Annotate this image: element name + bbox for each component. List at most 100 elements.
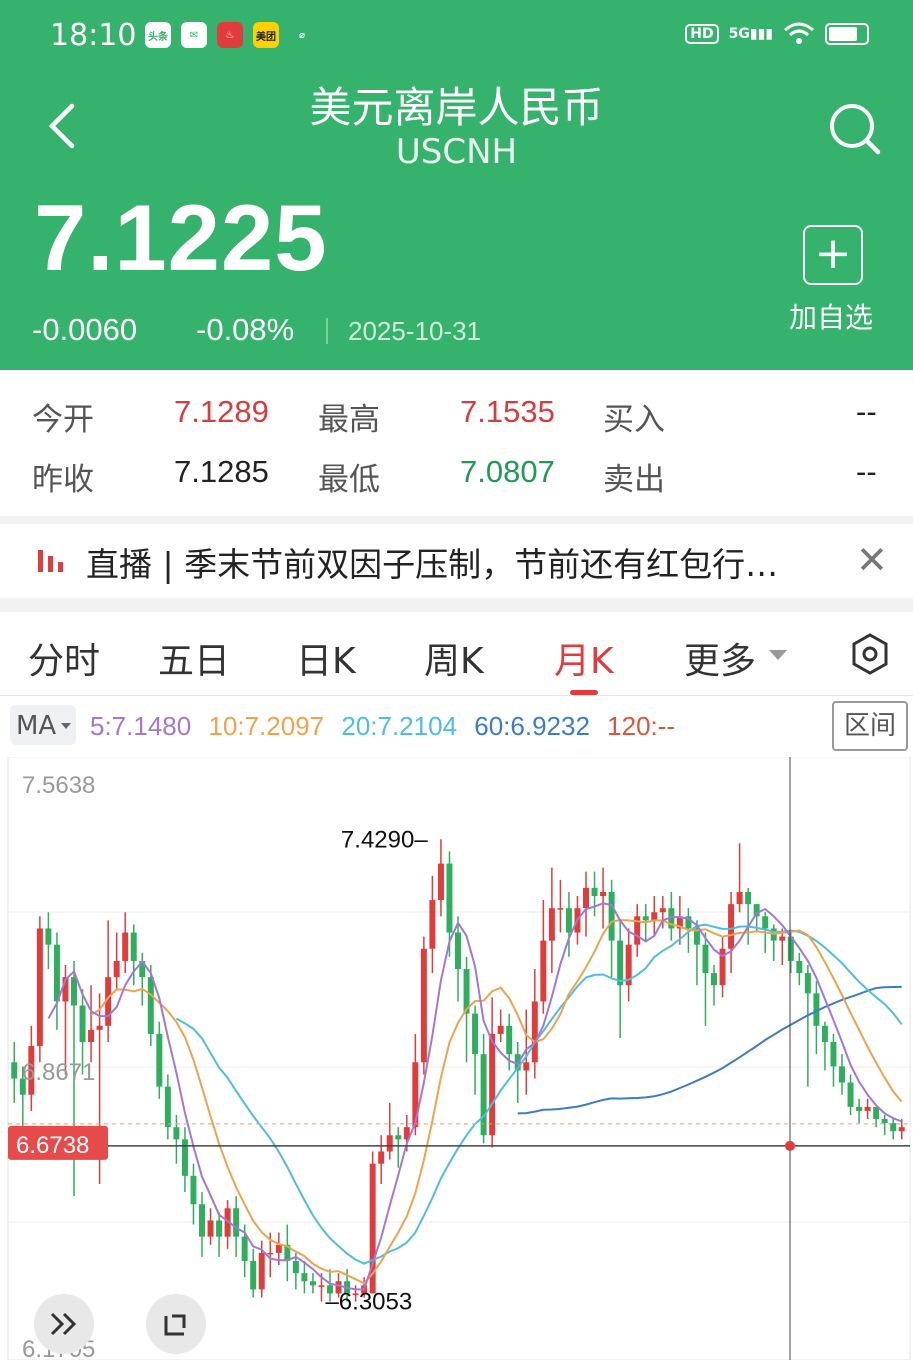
add-watchlist-label[interactable]: 加自选 bbox=[789, 296, 873, 336]
news-ticker[interactable]: 直播 | 季末节前双因子压制，节前还有红包行… ✕ bbox=[0, 524, 913, 598]
active-tab-indicator bbox=[570, 690, 598, 695]
candle-body bbox=[583, 887, 589, 909]
candle-body bbox=[711, 973, 717, 986]
wifi-icon bbox=[784, 22, 814, 44]
divider bbox=[0, 598, 913, 612]
candlestick-chart[interactable]: 6.67387.56386.86716.17057.4290––6.3053 bbox=[0, 757, 913, 1360]
candle-body bbox=[480, 1054, 487, 1136]
toutiao-app-icon: 头条 bbox=[145, 22, 171, 48]
candle-body bbox=[745, 891, 752, 905]
min-price-label: –6.3053 bbox=[325, 1289, 412, 1316]
red-app-icon: ♨ bbox=[217, 22, 243, 48]
candle-body bbox=[497, 1025, 504, 1034]
candle-body bbox=[600, 891, 607, 897]
sell-label: 卖出 bbox=[603, 462, 665, 498]
live-bars-icon bbox=[38, 550, 63, 572]
candle-body bbox=[147, 977, 154, 1034]
buy-value: -- bbox=[856, 394, 877, 429]
candle-body bbox=[207, 1220, 214, 1237]
high-value: 7.1535 bbox=[460, 394, 555, 429]
candle-body bbox=[181, 1139, 188, 1176]
settings-icon[interactable] bbox=[848, 632, 892, 676]
candle-body bbox=[45, 928, 52, 945]
divider bbox=[326, 318, 328, 344]
candle-body bbox=[540, 940, 547, 1002]
buy-label: 买入 bbox=[603, 402, 665, 438]
candle-body bbox=[11, 1062, 18, 1079]
tab-five-day[interactable]: 五日 bbox=[158, 632, 230, 684]
candle-body bbox=[173, 1127, 180, 1140]
candle-body bbox=[258, 1252, 265, 1290]
price-change-percent: -0.08% bbox=[196, 312, 295, 347]
candle-body bbox=[386, 1135, 393, 1152]
y-axis-label: 6.8671 bbox=[22, 1059, 95, 1086]
candle-body bbox=[728, 904, 735, 949]
ma120-value: 120:-- bbox=[607, 711, 676, 741]
candle-body bbox=[523, 1062, 530, 1071]
tab-monthly-k[interactable]: 月K bbox=[554, 632, 614, 684]
candle-body bbox=[881, 1119, 888, 1124]
candle-body bbox=[830, 1042, 837, 1067]
low-value: 7.0807 bbox=[460, 454, 555, 489]
candle-body bbox=[455, 932, 461, 970]
candle-body bbox=[565, 908, 572, 933]
news-headline[interactable]: 直播 | 季末节前双因子压制，节前还有红包行… bbox=[86, 538, 831, 586]
candle-body bbox=[489, 1033, 496, 1136]
battery-icon bbox=[825, 23, 869, 45]
candle-body bbox=[113, 960, 120, 978]
candle-body bbox=[659, 908, 666, 913]
last-price: 7.1225 bbox=[34, 185, 328, 290]
candle-body bbox=[318, 1285, 325, 1287]
candle-body bbox=[702, 944, 709, 974]
indicator-select[interactable]: MA bbox=[10, 705, 76, 745]
range-button[interactable]: 区间 bbox=[832, 701, 908, 751]
candle-body bbox=[847, 1082, 854, 1107]
ma-values: 5:7.1480 10:7.2097 20:7.2104 60:6.9232 1… bbox=[90, 711, 685, 742]
y-axis-label: 7.5638 bbox=[22, 772, 95, 799]
candle-body bbox=[250, 1260, 257, 1290]
tab-intraday[interactable]: 分时 bbox=[28, 632, 100, 684]
candle-body bbox=[216, 1220, 223, 1237]
prev-close-label: 昨收 bbox=[32, 462, 94, 498]
ma10-value: 10:7.2097 bbox=[208, 711, 325, 741]
candle-body bbox=[608, 891, 615, 941]
candle-body bbox=[446, 863, 453, 933]
tab-more[interactable]: 更多 bbox=[684, 632, 756, 684]
candle-body bbox=[378, 1151, 385, 1164]
chevron-down-icon[interactable] bbox=[769, 650, 787, 660]
candle-body bbox=[779, 936, 786, 941]
period-tabs: 分时 五日 日K 周K 月K 更多 bbox=[0, 612, 913, 696]
close-icon[interactable]: ✕ bbox=[856, 538, 888, 582]
link-app-icon: ⌀ bbox=[289, 22, 315, 48]
candle-body bbox=[96, 1025, 103, 1030]
candle-body bbox=[762, 916, 769, 929]
expand-button[interactable] bbox=[34, 1294, 94, 1354]
candle-body bbox=[821, 1025, 828, 1043]
add-watchlist-button[interactable]: + bbox=[803, 225, 863, 285]
candle-body bbox=[864, 1106, 871, 1111]
candle-body bbox=[506, 1025, 513, 1055]
candle-body bbox=[548, 908, 555, 941]
open-label: 今开 bbox=[32, 402, 94, 438]
max-price-label: 7.4290– bbox=[341, 826, 428, 853]
candle-body bbox=[437, 863, 444, 901]
candle-body bbox=[199, 1204, 205, 1237]
message-app-icon: ✉ bbox=[181, 22, 207, 48]
candle-body bbox=[130, 932, 137, 961]
candle-body bbox=[557, 908, 564, 910]
signal-icon: 5G▮▮▮ bbox=[728, 26, 773, 42]
tab-daily-k[interactable]: 日K bbox=[296, 632, 356, 684]
candle-body bbox=[88, 1029, 95, 1043]
search-icon[interactable] bbox=[826, 100, 882, 156]
candle-body bbox=[856, 1106, 863, 1111]
notification-icons: 头条 ✉ ♨ 美团 ⌀ bbox=[145, 22, 315, 48]
candle-body bbox=[79, 1005, 86, 1043]
chart-frame bbox=[7, 757, 911, 1360]
status-time: 18:10 bbox=[50, 18, 137, 53]
crosshair-dot bbox=[785, 1140, 795, 1151]
candle-body bbox=[591, 887, 598, 897]
collapse-button[interactable] bbox=[146, 1294, 206, 1354]
candle-body bbox=[736, 891, 743, 905]
tab-weekly-k[interactable]: 周K bbox=[424, 632, 484, 684]
candle-body bbox=[301, 1273, 308, 1282]
